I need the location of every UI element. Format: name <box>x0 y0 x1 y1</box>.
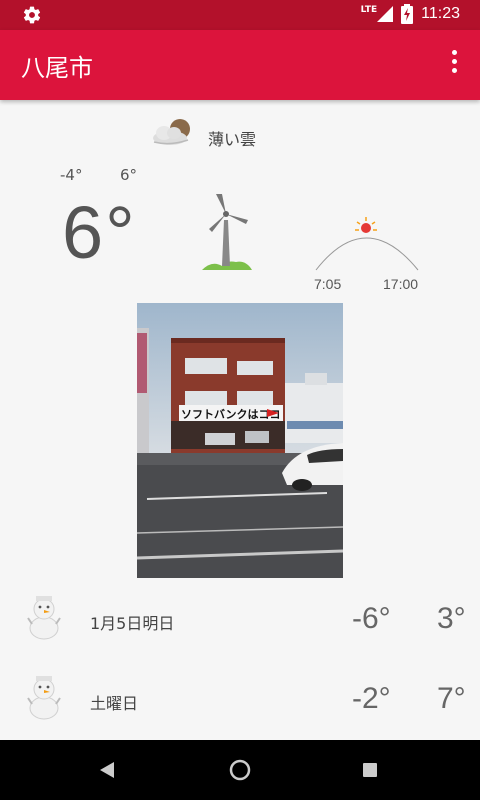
network-type: LTE <box>360 5 378 15</box>
signal-icon <box>377 6 394 22</box>
forecast-high-temp: 3° <box>437 602 466 635</box>
sunset-time: 17:00 <box>383 276 419 292</box>
forecast-row[interactable]: 土曜日 -2° 7° <box>0 672 480 732</box>
location-title: 八尾市 <box>21 54 93 82</box>
wind-turbine-icon <box>202 194 252 270</box>
sun-path-icon <box>315 217 419 271</box>
settings-gear-icon[interactable] <box>22 5 42 25</box>
forecast-day-label: 1月5日明日 <box>90 614 175 633</box>
today-low-temp: -4° <box>60 166 83 184</box>
forecast-low-temp: -6° <box>352 602 391 635</box>
forecast-row[interactable]: 1月5日明日 -6° 3° <box>0 592 480 652</box>
navigation-bar <box>0 740 480 800</box>
today-high-temp: 6° <box>120 166 138 184</box>
forecast-high-temp: 7° <box>437 682 466 715</box>
sunrise-time: 7:05 <box>314 276 342 292</box>
status-bar: LTE 11:23 <box>0 0 480 30</box>
condition-text: 薄い雲 <box>208 130 257 149</box>
app-bar: 八尾市 <box>0 30 480 100</box>
back-icon[interactable] <box>98 761 116 779</box>
home-icon[interactable] <box>229 759 251 781</box>
partly-cloudy-icon <box>153 119 190 145</box>
recent-apps-icon[interactable] <box>363 763 377 777</box>
current-temperature: 6° <box>62 191 137 274</box>
photo-sign-text: ソフトバンクはココ <box>181 408 281 421</box>
location-photo: ソフトバンクはココ <box>137 303 343 578</box>
snowman-icon <box>27 596 61 640</box>
battery-charging-icon <box>401 4 414 24</box>
forecast-day-label: 土曜日 <box>90 694 139 713</box>
overflow-menu-button[interactable] <box>442 50 466 80</box>
snowman-icon <box>27 676 61 720</box>
forecast-low-temp: -2° <box>352 682 391 715</box>
clock: 11:23 <box>421 5 460 22</box>
